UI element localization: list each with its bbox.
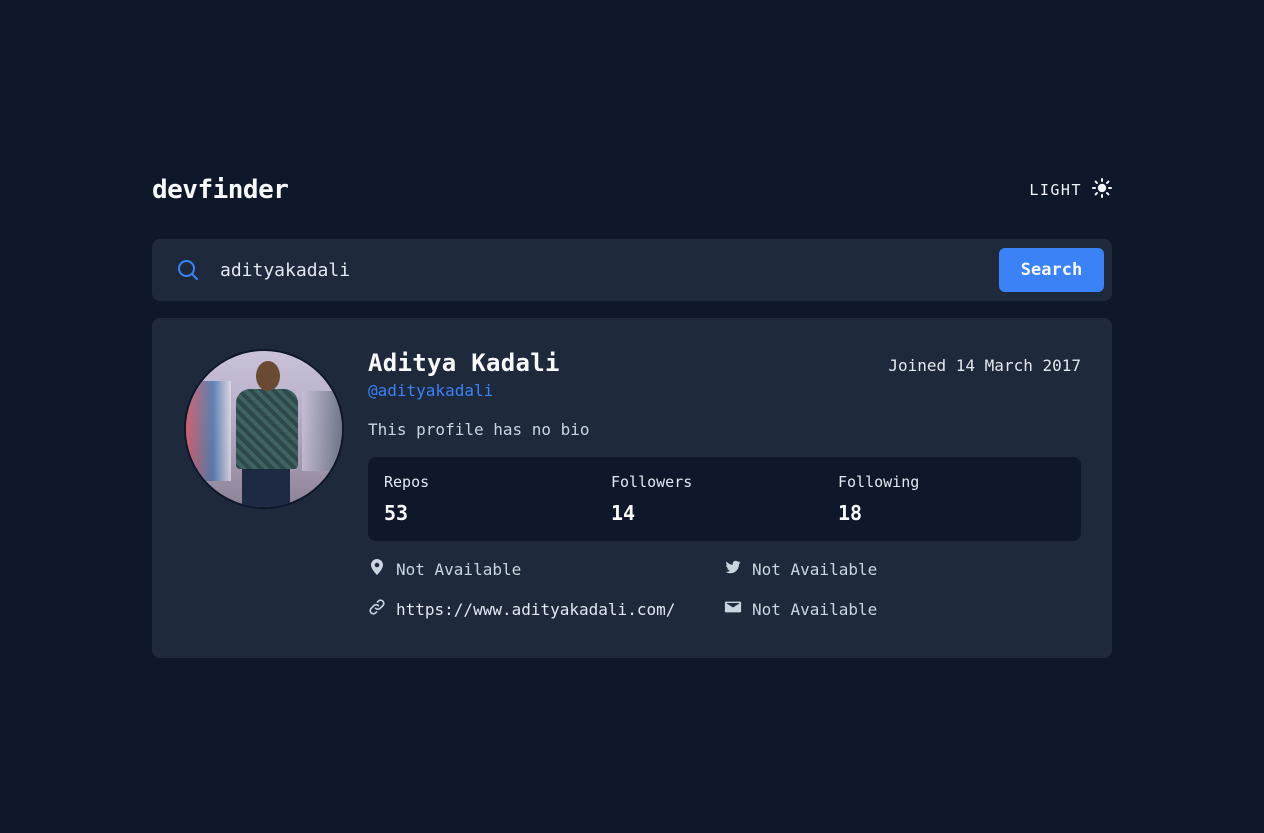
stat-followers: Followers 14 [611, 473, 838, 541]
theme-toggle[interactable]: LIGHT [1029, 178, 1112, 202]
search-button[interactable]: Search [999, 248, 1104, 292]
joined-date: Joined 14 March 2017 [888, 356, 1081, 375]
twitter-link: Not Available [724, 559, 1081, 579]
app-logo: devfinder [152, 175, 289, 205]
link-icon [368, 598, 396, 620]
profile-header-row: Aditya Kadali Joined 14 March 2017 [368, 349, 1081, 377]
avatar-figure-head [256, 361, 280, 391]
twitter-icon [724, 558, 752, 580]
stat-value: 14 [611, 501, 636, 525]
website-link[interactable]: https://www.adityakadali.com/ [368, 599, 724, 619]
location-pin-icon [368, 558, 396, 580]
stat-label: Following [838, 473, 920, 491]
profile-card: Aditya Kadali Joined 14 March 2017 @adit… [152, 318, 1112, 658]
stat-value: 53 [384, 501, 409, 525]
stat-following: Following 18 [838, 473, 1065, 541]
theme-label: LIGHT [1029, 181, 1082, 199]
profile-links: Not Available Not Available https://www.… [368, 559, 1081, 619]
stat-repos: Repos 53 [384, 473, 611, 541]
search-bar: Search [152, 239, 1112, 301]
search-icon [176, 258, 200, 282]
sun-icon [1092, 178, 1112, 202]
avatar-figure-body [236, 389, 298, 469]
company-link: Not Available [724, 599, 1081, 619]
company-text: Not Available [752, 599, 878, 619]
avatar-backdrop-right [302, 391, 342, 471]
stat-label: Repos [384, 473, 430, 491]
avatar-figure-legs [242, 466, 290, 507]
location-link: Not Available [368, 559, 724, 579]
profile-handle[interactable]: @adityakadali [368, 381, 1081, 400]
profile-name: Aditya Kadali [368, 349, 560, 377]
stat-label: Followers [611, 473, 693, 491]
mail-icon [724, 598, 752, 620]
avatar-backdrop-left [186, 381, 231, 481]
location-text: Not Available [396, 559, 522, 579]
profile-info: Aditya Kadali Joined 14 March 2017 @adit… [368, 349, 1081, 658]
website-text[interactable]: https://www.adityakadali.com/ [396, 600, 675, 619]
header: devfinder LIGHT [152, 170, 1112, 210]
search-input[interactable] [220, 259, 999, 281]
avatar [184, 349, 344, 509]
stats-panel: Repos 53 Followers 14 Following 18 [368, 457, 1081, 541]
stat-value: 18 [838, 501, 863, 525]
twitter-text: Not Available [752, 559, 878, 579]
profile-bio: This profile has no bio [368, 420, 590, 439]
app-container: devfinder LIGHT adityakadali Search Adit… [152, 170, 1112, 658]
